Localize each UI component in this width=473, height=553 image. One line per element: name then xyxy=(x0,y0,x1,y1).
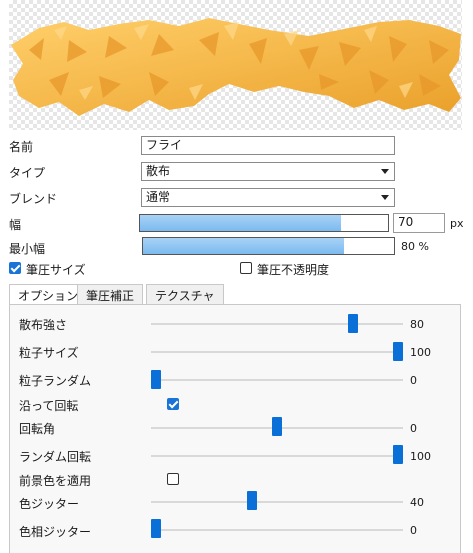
random-rotation-slider[interactable] xyxy=(393,445,403,464)
particle-random-label: 粒子ランダム xyxy=(19,374,92,388)
chevron-down-icon xyxy=(381,169,389,174)
minwidth-value: 80 % xyxy=(401,240,429,253)
particle-random-slider[interactable] xyxy=(151,370,161,389)
apply-fg-color-label: 前景色を適用 xyxy=(19,474,92,488)
name-label: 名前 xyxy=(9,140,34,154)
width-input[interactable]: 70 xyxy=(393,213,445,233)
brush-preview xyxy=(9,0,462,130)
width-bar-fill xyxy=(140,215,341,231)
particle-random-track[interactable] xyxy=(151,379,403,381)
hue-jitter-label: 色相ジッター xyxy=(19,525,92,539)
hue-jitter-track[interactable] xyxy=(151,529,403,531)
particle-size-track[interactable] xyxy=(151,351,403,353)
pressure-size-label: 筆圧サイズ xyxy=(26,263,86,277)
color-jitter-track[interactable] xyxy=(151,501,403,503)
particle-size-label: 粒子サイズ xyxy=(19,346,79,360)
color-jitter-value: 40 xyxy=(410,496,424,509)
tab-options[interactable]: オプション xyxy=(9,284,88,305)
blend-select[interactable]: 通常 xyxy=(141,188,395,207)
name-field[interactable]: フライ xyxy=(141,136,395,155)
pressure-opacity-label: 筆圧不透明度 xyxy=(257,263,330,277)
width-bar[interactable] xyxy=(139,214,389,232)
hue-jitter-value: 0 xyxy=(410,524,417,537)
random-rotation-value: 100 xyxy=(410,450,431,463)
random-rotation-label: ランダム回転 xyxy=(19,450,92,464)
particle-random-value: 0 xyxy=(410,374,417,387)
chevron-down-icon xyxy=(381,195,389,200)
tab-texture[interactable]: テクスチャ xyxy=(146,284,224,304)
rotation-angle-slider[interactable] xyxy=(272,417,282,436)
apply-fg-color-checkbox[interactable] xyxy=(167,473,179,485)
rotate-along-checkbox[interactable] xyxy=(167,398,179,410)
tab-pressure-correction[interactable]: 筆圧補正 xyxy=(77,284,144,304)
type-select[interactable]: 散布 xyxy=(141,162,395,181)
particle-size-value: 100 xyxy=(410,346,431,359)
scatter-strength-track[interactable] xyxy=(151,323,403,325)
scatter-strength-label: 散布強さ xyxy=(19,318,68,332)
rotation-angle-value: 0 xyxy=(410,422,417,435)
color-jitter-slider[interactable] xyxy=(246,491,257,510)
pressure-size-checkbox[interactable] xyxy=(9,262,21,274)
particle-size-slider[interactable] xyxy=(393,342,403,361)
blend-select-value: 通常 xyxy=(146,190,171,204)
random-rotation-track[interactable] xyxy=(151,455,403,457)
minwidth-label: 最小幅 xyxy=(9,242,46,256)
scatter-strength-value: 80 xyxy=(410,318,424,331)
blend-label: ブレンド xyxy=(9,192,58,206)
rotate-along-label: 沿って回転 xyxy=(19,399,79,413)
width-label: 幅 xyxy=(9,218,22,232)
color-jitter-label: 色ジッター xyxy=(19,497,80,511)
hue-jitter-slider[interactable] xyxy=(151,519,161,538)
brush-stroke-preview xyxy=(11,18,461,116)
width-unit: px xyxy=(450,217,464,230)
minwidth-bar-fill xyxy=(143,238,344,254)
pressure-opacity-checkbox[interactable] xyxy=(240,262,252,274)
minwidth-bar[interactable] xyxy=(142,237,395,255)
type-label: タイプ xyxy=(9,166,46,180)
type-select-value: 散布 xyxy=(146,164,171,178)
scatter-strength-slider[interactable] xyxy=(347,314,358,333)
rotation-angle-label: 回転角 xyxy=(19,422,56,436)
